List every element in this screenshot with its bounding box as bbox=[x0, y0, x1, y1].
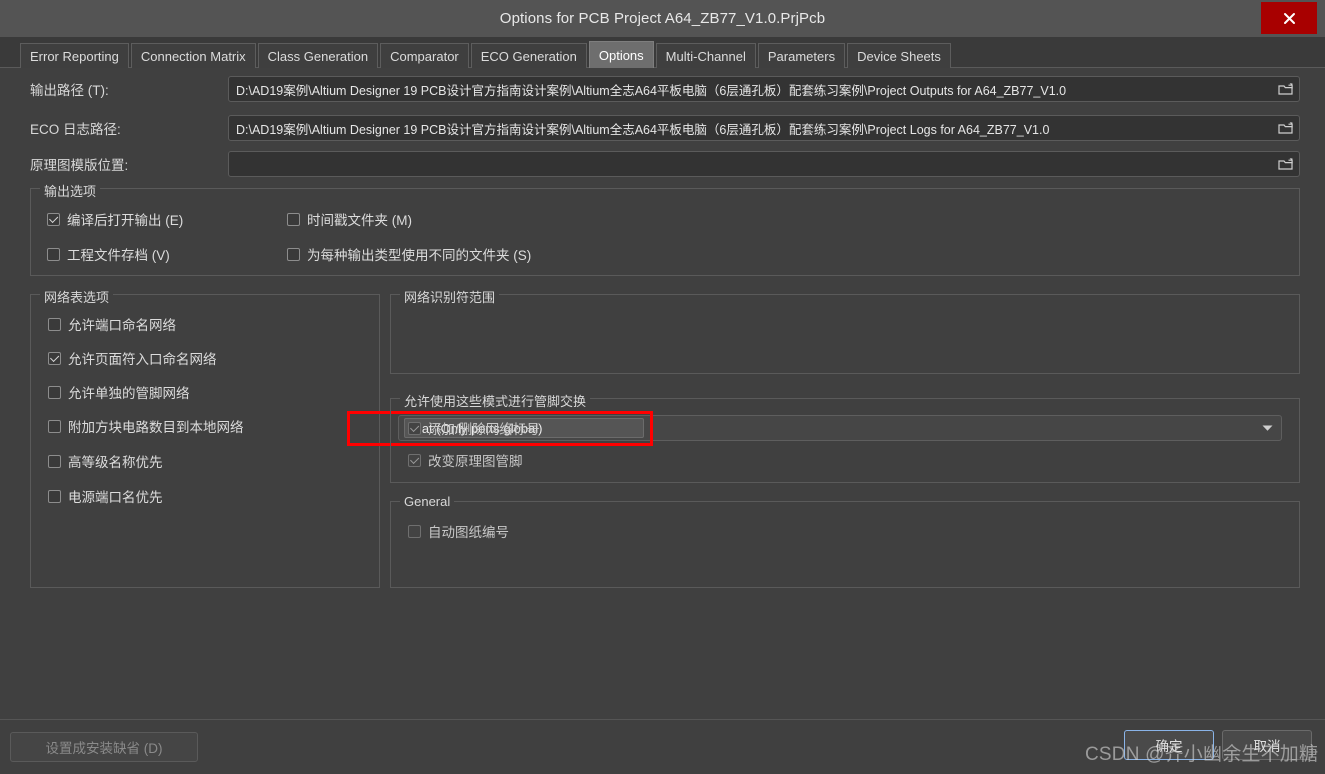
checkbox-label: 编译后打开输出 (E) bbox=[67, 213, 184, 228]
output-path-input[interactable]: D:\AD19案例\Altium Designer 19 PCB设计官方指南设计… bbox=[228, 76, 1300, 102]
tab-connection-matrix[interactable]: Connection Matrix bbox=[130, 43, 256, 68]
output-options-title: 输出选项 bbox=[40, 181, 101, 200]
checkbox-allow-port-names-nets[interactable]: 允许端口命名网络 bbox=[48, 314, 176, 334]
checkbox-box bbox=[48, 419, 61, 433]
checkbox-allow-single-pin-nets[interactable]: 允许单独的管脚网络 bbox=[48, 382, 190, 402]
checkbox-open-outputs-after-compile[interactable]: 编译后打开输出 (E) bbox=[47, 209, 183, 229]
checkbox-label: 工程文件存档 (V) bbox=[67, 248, 170, 263]
folder-browse-icon bbox=[1278, 121, 1293, 134]
checkbox-label: 电源端口名优先 bbox=[68, 490, 163, 505]
eco-log-path-browse-button[interactable] bbox=[1276, 119, 1296, 137]
cancel-button[interactable]: 取消 bbox=[1222, 730, 1312, 760]
netlist-options-title: 网络表选项 bbox=[40, 287, 114, 306]
checkbox-box bbox=[287, 212, 300, 226]
checkbox-box bbox=[48, 385, 61, 399]
ok-button[interactable]: 确定 bbox=[1124, 730, 1214, 760]
checkbox-label: 允许端口命名网络 bbox=[68, 318, 176, 333]
checkbox-archive-project-files[interactable]: 工程文件存档 (V) bbox=[47, 244, 170, 264]
title-bar: Options for PCB Project A64_ZB77_V1.0.Pr… bbox=[0, 0, 1325, 37]
set-as-install-defaults-button[interactable]: 设置成安装缺省 (D) bbox=[10, 732, 198, 762]
folder-browse-icon bbox=[1278, 82, 1293, 95]
checkbox-label: 时间戳文件夹 (M) bbox=[307, 213, 412, 228]
checkbox-box bbox=[408, 524, 421, 538]
checkbox-timestamp-folder[interactable]: 时间戳文件夹 (M) bbox=[287, 209, 412, 229]
net-identifier-scope-group: 网络识别符范围 bbox=[390, 287, 1300, 374]
checkbox-box bbox=[48, 454, 61, 468]
checkbox-box bbox=[287, 247, 300, 261]
checkbox-label: 自动图纸编号 bbox=[428, 525, 509, 540]
tab-bar: Error Reporting Connection Matrix Class Ge… bbox=[0, 37, 1325, 68]
checkbox-box bbox=[408, 453, 421, 467]
folder-browse-icon bbox=[1278, 157, 1293, 170]
checkbox-label: 允许页面符入口命名网络 bbox=[68, 352, 217, 367]
schematic-template-path-input[interactable] bbox=[228, 151, 1300, 177]
output-path-browse-button[interactable] bbox=[1276, 80, 1296, 98]
checkbox-allow-sheet-entry-names-nets[interactable]: 允许页面符入口命名网络 bbox=[48, 348, 217, 368]
schematic-template-browse-button[interactable] bbox=[1276, 155, 1296, 173]
schematic-template-path-row: 原理图模版位置: bbox=[0, 151, 1325, 177]
general-title: General bbox=[400, 494, 455, 509]
checkbox-label: 高等级名称优先 bbox=[68, 455, 163, 470]
output-options-group: 输出选项 编译后打开输出 (E) 时间戳文件夹 (M) 工程文件存档 (V) 为… bbox=[30, 181, 1300, 276]
tab-class-generation[interactable]: Class Generation bbox=[257, 43, 379, 68]
dialog-body: 输出路径 (T): D:\AD19案例\Altium Designer 19 P… bbox=[0, 68, 1325, 719]
checkbox-change-schematic-pins[interactable]: 改变原理图管脚 bbox=[408, 450, 523, 470]
tab-multi-channel[interactable]: Multi-Channel bbox=[655, 43, 756, 68]
tab-options[interactable]: Options bbox=[588, 41, 654, 68]
close-button[interactable] bbox=[1261, 2, 1317, 34]
output-path-label: 输出路径 (T): bbox=[30, 83, 109, 98]
general-group: General 自动图纸编号 bbox=[390, 494, 1300, 588]
tab-device-sheets[interactable]: Device Sheets bbox=[847, 43, 951, 68]
checkbox-append-sheet-numbers-to-local-nets[interactable]: 附加方块电路数目到本地网络 bbox=[48, 416, 244, 436]
output-path-row: 输出路径 (T): D:\AD19案例\Altium Designer 19 P… bbox=[0, 76, 1325, 102]
eco-log-path-row: ECO 日志路径: D:\AD19案例\Altium Designer 19 P… bbox=[0, 115, 1325, 141]
netlist-options-group: 网络表选项 允许端口命名网络 允许页面符入口命名网络 允许单独的管脚网络 附加方… bbox=[30, 287, 380, 588]
options-dialog: Options for PCB Project A64_ZB77_V1.0.Pr… bbox=[0, 0, 1325, 774]
checkbox-label: 附加方块电路数目到本地网络 bbox=[68, 420, 244, 435]
tab-parameters[interactable]: Parameters bbox=[757, 43, 846, 68]
checkbox-separate-folder-per-output-type[interactable]: 为每种输出类型使用不同的文件夹 (S) bbox=[287, 244, 531, 264]
checkbox-label: 添加/删除网络标号 bbox=[428, 422, 540, 437]
checkbox-box bbox=[48, 489, 61, 503]
pin-swap-title: 允许使用这些模式进行管脚交换 bbox=[400, 391, 591, 410]
dialog-footer: 设置成安装缺省 (D) 确定 取消 bbox=[0, 719, 1325, 774]
checkbox-power-port-names-take-priority[interactable]: 电源端口名优先 bbox=[48, 486, 163, 506]
checkbox-label: 改变原理图管脚 bbox=[428, 454, 523, 469]
tab-error-reporting[interactable]: Error Reporting bbox=[20, 43, 129, 68]
tab-comparator[interactable]: Comparator bbox=[380, 43, 469, 68]
eco-log-path-input[interactable]: D:\AD19案例\Altium Designer 19 PCB设计官方指南设计… bbox=[228, 115, 1300, 141]
checkbox-box bbox=[48, 317, 61, 331]
dialog-title: Options for PCB Project A64_ZB77_V1.0.Pr… bbox=[499, 10, 826, 27]
checkbox-automatic-sheet-numbering[interactable]: 自动图纸编号 bbox=[408, 521, 509, 541]
tab-eco-generation[interactable]: ECO Generation bbox=[470, 43, 587, 68]
checkbox-box bbox=[408, 421, 421, 435]
net-identifier-scope-title: 网络识别符范围 bbox=[400, 287, 500, 306]
close-icon bbox=[1283, 12, 1295, 24]
checkbox-higher-level-names-take-priority[interactable]: 高等级名称优先 bbox=[48, 451, 163, 471]
checkbox-label: 允许单独的管脚网络 bbox=[68, 386, 190, 401]
checkbox-label: 为每种输出类型使用不同的文件夹 (S) bbox=[307, 248, 532, 263]
pin-swap-group: 允许使用这些模式进行管脚交换 添加/删除网络标号 改变原理图管脚 bbox=[390, 391, 1300, 483]
checkbox-box bbox=[48, 351, 61, 365]
checkbox-box bbox=[47, 247, 60, 261]
schematic-template-path-label: 原理图模版位置: bbox=[30, 158, 129, 173]
eco-log-path-label: ECO 日志路径: bbox=[30, 122, 121, 137]
checkbox-box bbox=[47, 212, 60, 226]
checkbox-add-remove-net-labels[interactable]: 添加/删除网络标号 bbox=[408, 418, 540, 438]
